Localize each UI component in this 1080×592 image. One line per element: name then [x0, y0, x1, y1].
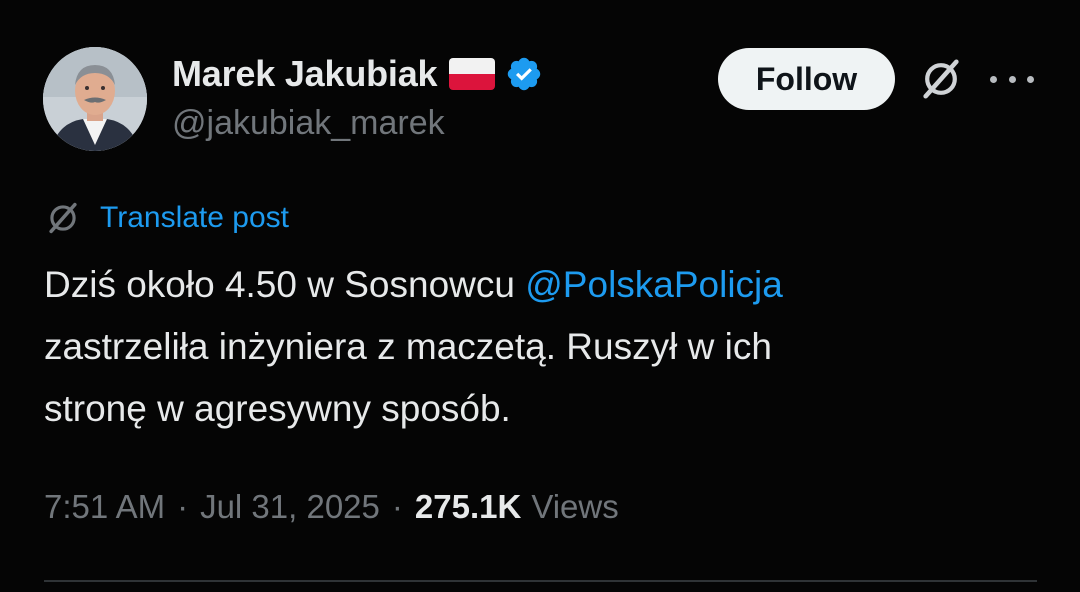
post-meta: 7:51 AM · Jul 31, 2025 · 275.1K Views	[44, 488, 619, 526]
grok-icon	[49, 202, 77, 234]
grok-icon[interactable]	[918, 56, 964, 102]
translate-post-row[interactable]: Translate post	[44, 198, 289, 238]
mention-link[interactable]: @PolskaPolicja	[525, 264, 783, 305]
avatar[interactable]	[43, 47, 147, 151]
author-handle[interactable]: @jakubiak_marek	[172, 104, 445, 143]
meta-separator: ·	[391, 488, 403, 525]
post-text-line-3: stronę w agresywny sposób.	[44, 388, 511, 429]
translate-post-link[interactable]: Translate post	[100, 201, 289, 235]
post-text-segment: Dziś około 4.50 w Sosnowcu	[44, 264, 526, 305]
post-time[interactable]: 7:51 AM	[44, 488, 165, 526]
more-icon[interactable]	[990, 62, 1034, 96]
poland-flag-icon	[449, 58, 496, 90]
views-count: 275.1K	[414, 488, 522, 525]
post-text: Dziś około 4.50 w Sosnowcu @PolskaPolicj…	[44, 254, 1044, 440]
avatar-photo	[43, 47, 147, 151]
author-display-name[interactable]: Marek Jakubiak	[172, 53, 438, 95]
tweet-card: Marek Jakubiak @jakubiak_marek Follow Tr…	[0, 0, 1080, 592]
divider	[44, 580, 1037, 582]
post-text-line-2: zastrzeliła inżyniera z maczetą. Ruszył …	[44, 326, 772, 367]
views-label: Views	[531, 488, 619, 525]
author-name-row: Marek Jakubiak	[172, 52, 543, 96]
post-date[interactable]: Jul 31, 2025	[200, 488, 380, 526]
post-text-line-1: Dziś około 4.50 w Sosnowcu @PolskaPolicj…	[44, 254, 1044, 316]
verified-badge-icon[interactable]	[505, 55, 543, 93]
meta-separator: ·	[177, 488, 189, 525]
follow-button[interactable]: Follow	[718, 48, 895, 110]
